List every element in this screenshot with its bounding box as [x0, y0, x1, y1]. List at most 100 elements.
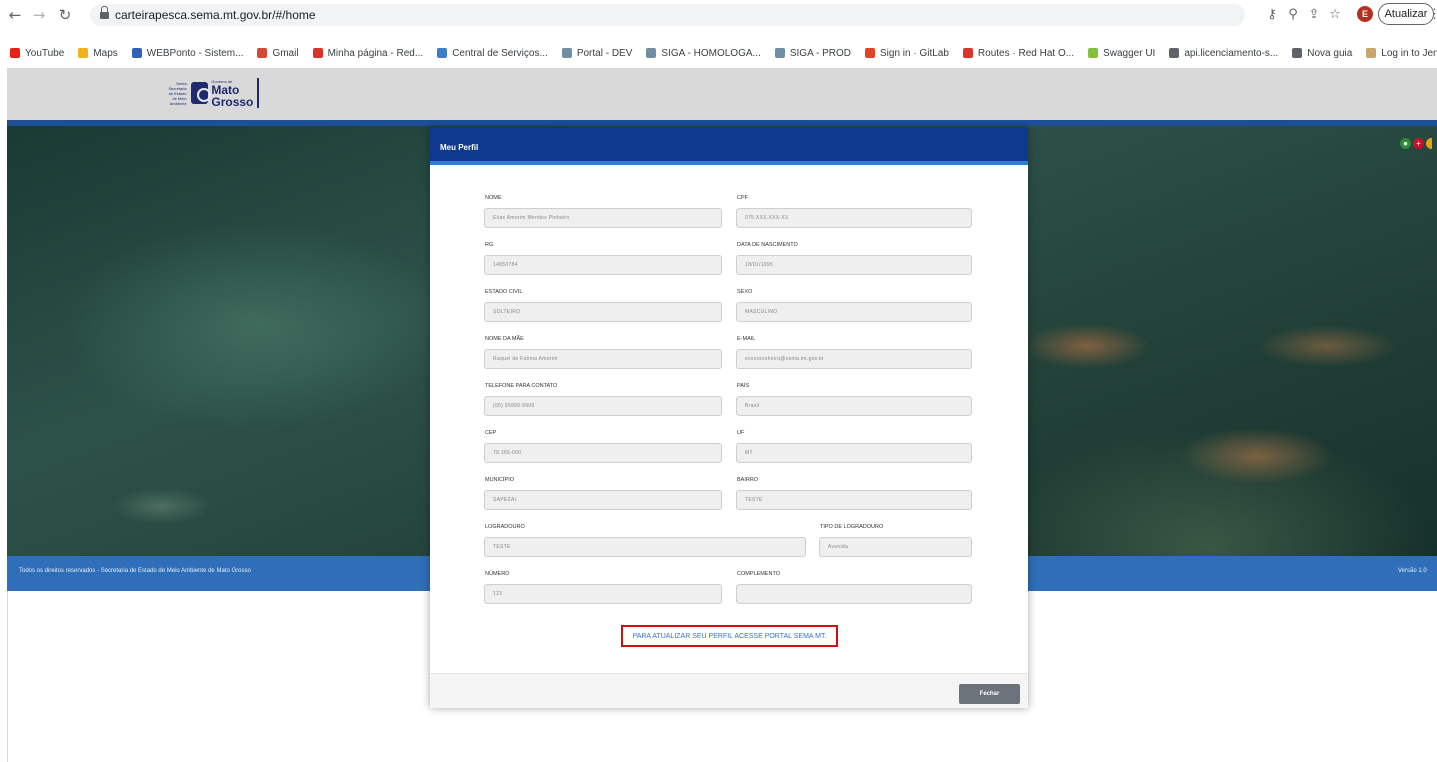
bookmark-item[interactable]: Nova guia	[1292, 48, 1352, 59]
logo-line-1: Mato	[211, 82, 240, 97]
bookmark-item[interactable]: Swagger UI	[1088, 48, 1155, 59]
sexo-field[interactable]: MASCULINO	[736, 302, 972, 322]
jenkins-icon	[1366, 48, 1377, 58]
globe-icon	[774, 48, 785, 58]
back-arrow-icon[interactable]: ←	[4, 4, 26, 26]
password-key-icon[interactable]: ⚷	[1262, 4, 1282, 24]
globe-icon	[1292, 48, 1303, 58]
bookmark-item[interactable]: Maps	[78, 48, 118, 59]
nascimento-label: DATA DE NASCIMENTO	[737, 242, 798, 248]
spain-flag-icon[interactable]	[1426, 138, 1432, 149]
mae-label: NOME DA MÃE	[485, 336, 524, 342]
numero-label: NÚMERO	[485, 571, 510, 577]
tipo-logradouro-label: TIPO DE LOGRADOURO	[820, 524, 884, 530]
estado-civil-label: ESTADO CIVIL	[485, 289, 523, 295]
modal-title: Meu Perfil	[440, 143, 479, 152]
estado-civil-field[interactable]: SOLTEIRO	[484, 302, 722, 322]
email-label: E-MAIL	[737, 336, 756, 342]
share-icon[interactable]: ⇪	[1304, 4, 1324, 24]
bookmark-item[interactable]: api.licenciamento-s...	[1169, 48, 1278, 59]
reload-icon[interactable]: ↻	[54, 4, 76, 26]
bookmark-item[interactable]: WEBPonto - Sistem...	[131, 48, 243, 59]
cpf-field[interactable]: 075.XXX.XXX-XX	[736, 208, 972, 228]
mato-grosso-logo[interactable]: Sema Secretaria de Estado de Meio Ambien…	[164, 76, 259, 110]
telefone-field[interactable]: (65) 99999-9999	[484, 396, 722, 416]
youtube-icon	[10, 48, 20, 58]
side-panel-icon[interactable]	[1330, 4, 1350, 24]
uf-field[interactable]: MT	[736, 443, 972, 463]
bookmark-item[interactable]: SIGA - PROD	[774, 48, 851, 59]
mae-field[interactable]: Raquel de Fatima Amorim	[484, 349, 722, 369]
bookmark-item[interactable]: Minha página - Red...	[312, 48, 423, 59]
brazil-flag-icon[interactable]: ●	[1400, 138, 1411, 149]
email-field[interactable]: exxxxxxxheiro@sema.mt.gov.br	[736, 349, 972, 369]
profile-modal: Meu Perfil NOME Elias Amorim Mendes Pinh…	[430, 127, 1028, 708]
state-emblem-icon	[190, 82, 211, 104]
swagger-icon	[1088, 48, 1099, 58]
rg-field[interactable]: 14850784	[484, 255, 722, 275]
complemento-label: COMPLEMENTO	[737, 571, 780, 577]
site-header: Sema Secretaria de Estado de Meio Ambien…	[7, 68, 1437, 120]
bookmark-item[interactable]: Routes · Red Hat O...	[962, 48, 1074, 59]
nascimento-field[interactable]: 18/01/1995	[736, 255, 972, 275]
sexo-label: SEXO	[737, 289, 753, 295]
modal-footer: Fechar	[430, 673, 1028, 708]
gitlab-icon	[864, 48, 875, 58]
bookmark-item[interactable]: Sign in · GitLab	[864, 48, 949, 59]
telefone-label: TELEFONE PARA CONTATO	[485, 383, 558, 389]
cep-label: CEP	[485, 430, 497, 436]
logradouro-label: LOGRADOURO	[485, 524, 525, 530]
bairro-field[interactable]: TESTE	[736, 490, 972, 510]
forward-arrow-icon[interactable]: →	[28, 4, 50, 26]
bookmarks-bar: YouTube Maps WEBPonto - Sistem... Gmail …	[0, 44, 1437, 62]
zoom-icon[interactable]: ⚲	[1283, 4, 1303, 24]
gmail-icon	[257, 48, 268, 58]
logo-wordmark: Governo de Mato Grosso	[211, 79, 253, 108]
service-desk-icon	[437, 48, 448, 58]
complemento-field[interactable]	[736, 584, 972, 604]
uk-flag-icon[interactable]: +	[1413, 138, 1424, 149]
globe-icon	[646, 48, 657, 58]
maps-pin-icon	[78, 48, 89, 58]
profile-avatar[interactable]: E	[1357, 6, 1373, 22]
bairro-label: BAIRRO	[737, 477, 759, 483]
page-border	[7, 591, 8, 762]
footer-version: Versão 1.0	[1398, 568, 1427, 574]
redhat-icon	[962, 48, 973, 58]
pais-label: PAÍS	[737, 383, 750, 389]
logradouro-field[interactable]: TESTE	[484, 537, 806, 557]
sema-logo-text: Sema Secretaria de Estado de Meio Ambien…	[168, 80, 187, 106]
close-button[interactable]: Fechar	[959, 684, 1020, 704]
rg-label: RG	[485, 242, 494, 248]
bookmark-item[interactable]: Central de Serviços...	[437, 48, 548, 59]
uf-label: UF	[737, 430, 745, 436]
footer-copyright: Todos os direitos reservados - Secretari…	[19, 568, 251, 574]
webponto-icon	[131, 48, 142, 58]
municipio-label: MUNICÍPIO	[485, 477, 515, 483]
bookmark-item[interactable]: Portal - DEV	[561, 48, 632, 59]
language-switcher: ● +	[1400, 138, 1434, 149]
bookmark-item[interactable]: Gmail	[257, 48, 299, 59]
address-bar[interactable]: carteirapesca.sema.mt.gov.br/#/home	[90, 4, 1245, 26]
tipo-logradouro-field[interactable]: Avenida	[819, 537, 972, 557]
numero-field[interactable]: 123	[484, 584, 722, 604]
nome-field[interactable]: Elias Amorim Mendes Pinheiro	[484, 208, 722, 228]
pais-field[interactable]: Brasil	[736, 396, 972, 416]
modal-header: Meu Perfil	[430, 127, 1028, 165]
globe-icon	[561, 48, 572, 58]
bookmark-item[interactable]: SIGA - HOMOLOGA...	[646, 48, 761, 59]
cep-field[interactable]: 78.365-000	[484, 443, 722, 463]
bookmark-item[interactable]: Log in to Jenkins us...	[1366, 48, 1437, 59]
lock-icon	[100, 6, 109, 20]
update-profile-link[interactable]: PARA ATUALIZAR SEU PERFIL ACESSE PORTAL …	[621, 625, 838, 647]
municipio-field[interactable]: SAPEZAL	[484, 490, 722, 510]
logo-line-2: Grosso	[211, 94, 254, 109]
bookmark-item[interactable]: YouTube	[10, 48, 64, 59]
logo-divider	[257, 78, 259, 108]
nome-label: NOME	[485, 195, 502, 201]
browser-toolbar: ← → ↻ carteirapesca.sema.mt.gov.br/#/hom…	[0, 0, 1437, 59]
cpf-label: CPF	[737, 195, 748, 201]
redmine-icon	[312, 48, 323, 58]
globe-icon	[1169, 48, 1180, 58]
update-browser-button[interactable]: Atualizar	[1378, 3, 1437, 25]
